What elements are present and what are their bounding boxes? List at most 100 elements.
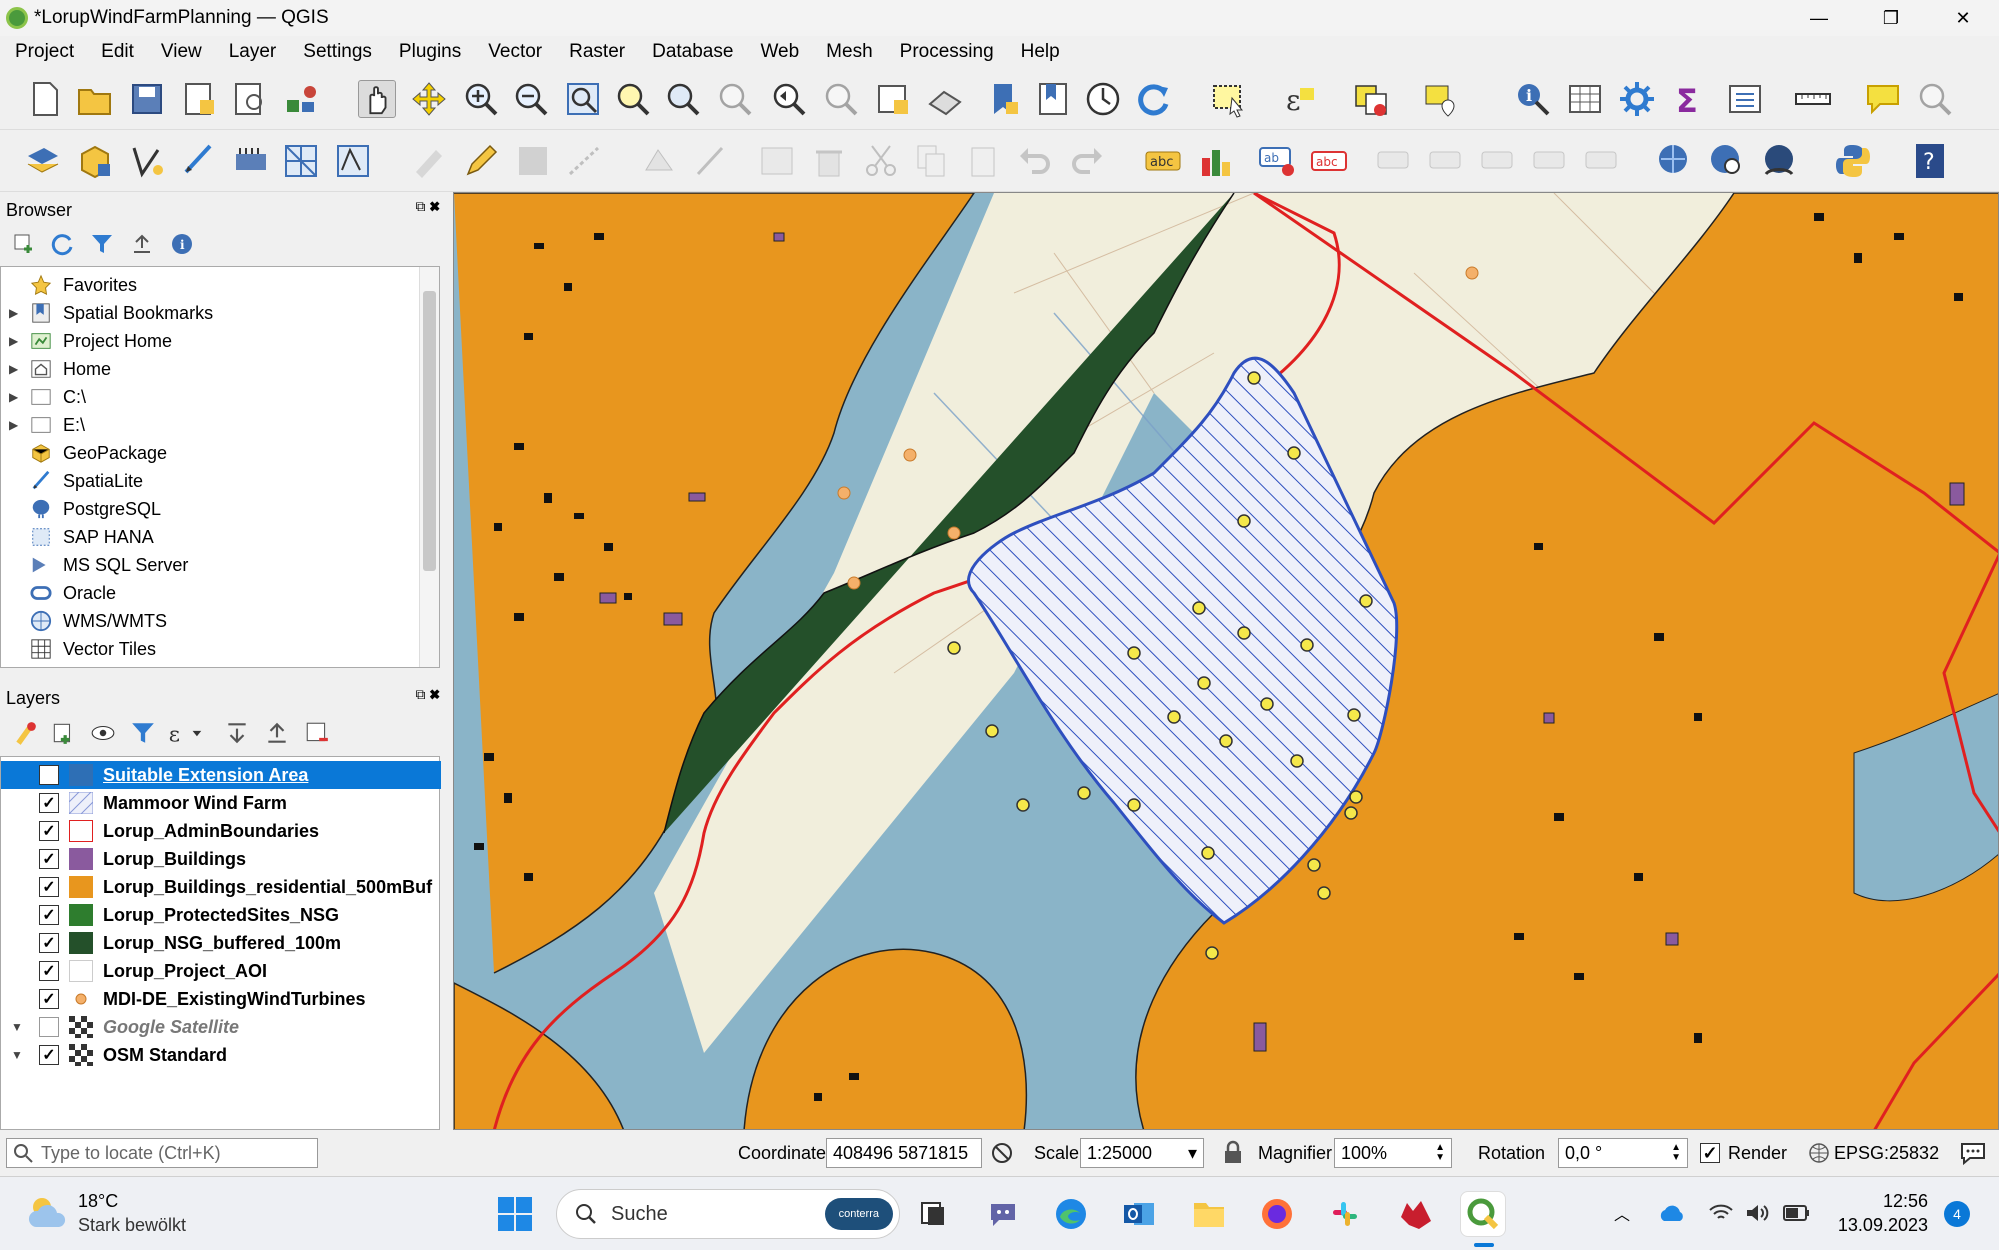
copy-features-icon[interactable] <box>912 142 950 180</box>
add-group-icon[interactable] <box>50 720 76 746</box>
map-tips-icon[interactable] <box>1864 80 1902 118</box>
browser-item-wms-wmts[interactable]: WMS/WMTS <box>1 607 167 635</box>
change-label-icon[interactable] <box>1584 142 1622 180</box>
layer-visibility-checkbox[interactable] <box>39 1017 59 1037</box>
digitize-line-icon[interactable] <box>566 142 604 180</box>
redo-icon[interactable] <box>1068 142 1106 180</box>
rotate-label-icon[interactable] <box>1532 142 1570 180</box>
save-edits-icon[interactable] <box>514 142 552 180</box>
layer-lorup-project-aoi[interactable]: ✓ Lorup_Project_AOI <box>1 957 441 985</box>
filter-legend-icon[interactable] <box>130 720 156 746</box>
layer-mdi-de-existingwindturbines[interactable]: ✓ MDI-DE_ExistingWindTurbines <box>1 985 441 1013</box>
expand-all-icon[interactable] <box>224 720 250 746</box>
browser-item-spatial-bookmarks[interactable]: ▶ Spatial Bookmarks <box>1 299 213 327</box>
add-selected-layers-icon[interactable] <box>12 232 36 256</box>
delete-selected-icon[interactable] <box>810 142 848 180</box>
layer-mammoor-wind-farm[interactable]: ✓ Mammoor Wind Farm <box>1 789 441 817</box>
outlook-app[interactable] <box>1116 1191 1162 1237</box>
map-canvas[interactable] <box>453 192 1999 1130</box>
expand-arrow-icon[interactable]: ▼ <box>11 1048 23 1062</box>
layer-styling-icon[interactable] <box>12 720 38 746</box>
firefox-app[interactable] <box>1254 1191 1300 1237</box>
browser-item-favorites[interactable]: Favorites <box>1 271 137 299</box>
new-project-icon[interactable] <box>26 80 64 118</box>
show-bookmarks-icon[interactable] <box>1034 80 1072 118</box>
browser-item-postgresql[interactable]: PostgreSQL <box>1 495 161 523</box>
style-manager-icon[interactable] <box>282 80 320 118</box>
new-print-layout-icon[interactable] <box>180 80 218 118</box>
collapse-all-icon[interactable] <box>130 232 154 256</box>
python-console-icon[interactable] <box>1834 142 1872 180</box>
layer-lorup-adminboundaries[interactable]: ✓ Lorup_AdminBoundaries <box>1 817 441 845</box>
browser-item-vector-tiles[interactable]: Vector Tiles <box>1 635 156 663</box>
attributes-dropdown-icon[interactable] <box>1726 80 1764 118</box>
menu-edit[interactable]: Edit <box>86 41 146 63</box>
locator-search-icon[interactable] <box>1916 80 1954 118</box>
layer-visibility-checkbox[interactable]: ✓ <box>39 849 59 869</box>
refresh-icon[interactable] <box>1134 80 1172 118</box>
toggle-extents-icon[interactable] <box>990 1138 1014 1168</box>
manage-visibility-icon[interactable] <box>90 720 116 746</box>
layer-lorup-buildings[interactable]: ✓ Lorup_Buildings <box>1 845 441 873</box>
new-shapefile-layer-icon[interactable] <box>128 142 166 180</box>
diagram-options-icon[interactable] <box>1196 142 1234 180</box>
wifi-icon[interactable] <box>1708 1201 1734 1225</box>
layer-visibility-checkbox[interactable]: ✓ <box>39 793 59 813</box>
vertex-tool-icon[interactable] <box>640 142 678 180</box>
menu-settings[interactable]: Settings <box>288 41 384 63</box>
new-3d-map-view-icon[interactable] <box>926 80 964 118</box>
rotation-spinbox[interactable]: 0,0 ° ▲ ▼ <box>1558 1138 1688 1168</box>
pin-labels-icon[interactable] <box>1376 142 1414 180</box>
select-by-expression-icon[interactable]: ε <box>1280 80 1318 118</box>
restore-button[interactable]: ❐ <box>1855 0 1927 36</box>
battery-icon[interactable] <box>1782 1203 1810 1223</box>
web-globe-icon[interactable] <box>1760 142 1798 180</box>
metasearch-icon[interactable] <box>1656 142 1694 180</box>
new-temporary-layer-icon[interactable] <box>334 142 372 180</box>
teams-app[interactable] <box>980 1191 1026 1237</box>
windows-start-icon[interactable] <box>496 1195 534 1233</box>
render-checkbox[interactable]: ✓ <box>1700 1143 1720 1163</box>
zoom-to-layer-icon[interactable] <box>664 80 702 118</box>
menu-help[interactable]: Help <box>1006 41 1072 63</box>
weather-widget[interactable]: 18°C Stark bewölkt <box>26 1189 186 1237</box>
show-hide-labels-icon[interactable] <box>1428 142 1466 180</box>
layers-panel-controls[interactable]: ⧉ ✖ <box>415 686 440 703</box>
menu-processing[interactable]: Processing <box>885 41 1006 63</box>
layer-visibility-checkbox[interactable]: ✓ <box>39 821 59 841</box>
browser-item-home[interactable]: ▶ Home <box>1 355 111 383</box>
browser-item-oracle[interactable]: Oracle <box>1 579 116 607</box>
move-label-icon[interactable] <box>1480 142 1518 180</box>
filter-by-expression-icon[interactable]: ε <box>166 720 204 746</box>
edge-app[interactable] <box>1048 1191 1094 1237</box>
browser-item-e-drive[interactable]: ▶ E:\ <box>1 411 85 439</box>
menu-database[interactable]: Database <box>637 41 745 63</box>
new-spatialite-layer-icon[interactable] <box>180 142 218 180</box>
zoom-full-icon[interactable] <box>564 80 602 118</box>
label-highlight-icon[interactable]: abc <box>1310 142 1348 180</box>
messages-icon[interactable] <box>1960 1138 1986 1168</box>
zoom-to-selection-icon[interactable] <box>614 80 652 118</box>
zoom-last-icon[interactable] <box>770 80 808 118</box>
taskbar-search[interactable]: Suche conterra <box>556 1189 900 1239</box>
new-mesh-layer-icon[interactable] <box>282 142 320 180</box>
render-toggle[interactable]: ✓ Render <box>1700 1138 1787 1168</box>
save-project-icon[interactable] <box>128 80 166 118</box>
zoom-native-icon[interactable] <box>716 80 754 118</box>
help-contents-icon[interactable]: ? <box>1912 142 1950 180</box>
coordinate-field[interactable]: 408496 5871815 <box>826 1138 982 1168</box>
menu-web[interactable]: Web <box>745 41 811 63</box>
tray-overflow-icon[interactable]: ︿ <box>1614 1201 1630 1225</box>
new-virtual-layer-icon[interactable] <box>232 142 270 180</box>
minimize-button[interactable]: — <box>1783 0 1855 36</box>
browser-item-ms-sql-server[interactable]: MS SQL Server <box>1 551 188 579</box>
magnifier-spinbox[interactable]: 100% ▲ ▼ <box>1334 1138 1452 1168</box>
browser-panel-controls[interactable]: ⧉ ✖ <box>415 198 440 215</box>
layer-labeling-icon[interactable]: ab <box>1258 142 1296 180</box>
new-geopackage-layer-icon[interactable] <box>76 142 114 180</box>
new-bookmark-icon[interactable] <box>984 80 1022 118</box>
edit-table-icon[interactable] <box>758 142 796 180</box>
expand-arrow-icon[interactable]: ▼ <box>11 1020 23 1034</box>
data-source-manager-icon[interactable] <box>24 142 62 180</box>
notification-badge[interactable]: 4 <box>1944 1201 1970 1227</box>
